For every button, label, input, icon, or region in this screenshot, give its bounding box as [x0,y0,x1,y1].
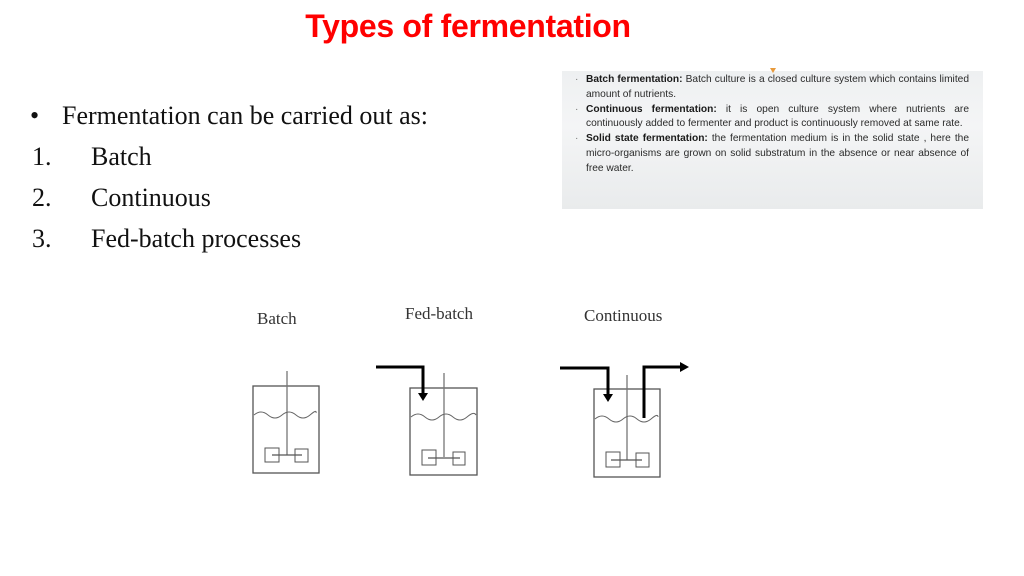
liquid-surface [253,410,317,419]
arrowhead-icon [603,394,613,402]
feed-inlet-arrow [376,365,425,394]
fed-batch-vessel [376,365,478,476]
feed-inlet-arrow [560,366,610,395]
arrowhead-icon [680,362,689,372]
fermenter-diagram [252,362,689,478]
arrowhead-icon [418,393,428,401]
product-outlet-arrow [642,365,681,418]
vessel-body [252,385,320,474]
batch-vessel [252,371,320,474]
continuous-vessel [560,362,689,478]
